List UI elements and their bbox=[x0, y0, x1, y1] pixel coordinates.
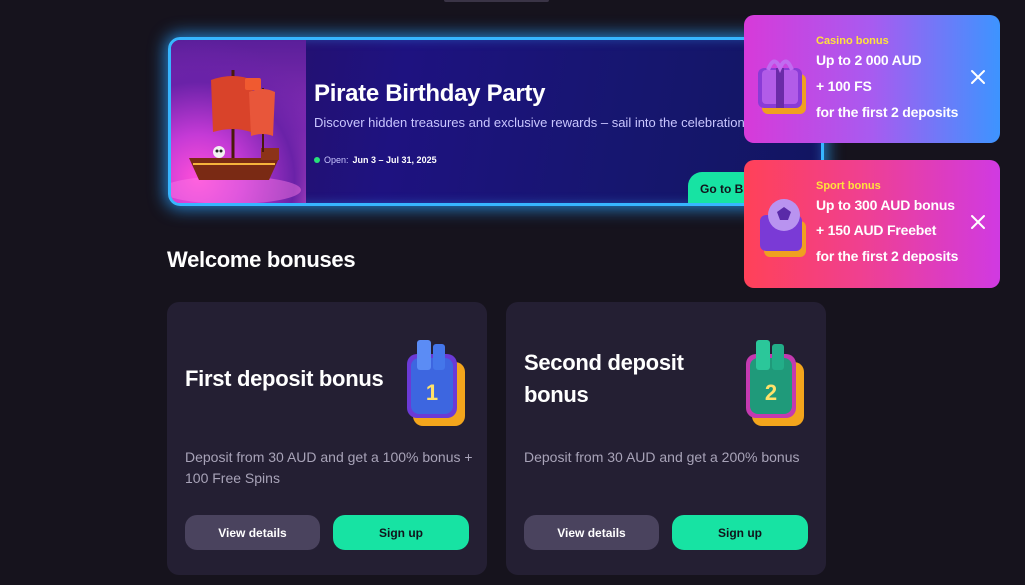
pirate-ship-icon bbox=[171, 40, 306, 203]
promo-title: Pirate Birthday Party bbox=[314, 80, 546, 107]
casino-bonus-toast[interactable]: Casino bonus Up to 2 000 AUD + 100 FS fo… bbox=[744, 15, 1000, 143]
soccer-gift-icon bbox=[760, 199, 806, 257]
card-title: Second deposit bonus bbox=[524, 350, 684, 407]
toast-line-2: + 100 FS bbox=[816, 78, 872, 94]
toast-line-1: Up to 300 AUD bonus bbox=[816, 197, 955, 213]
first-deposit-card: First deposit bonus 1 Deposit from 30 AU… bbox=[167, 302, 487, 575]
card-description: Deposit from 30 AUD and get a 100% bonus… bbox=[185, 449, 473, 486]
close-icon[interactable] bbox=[970, 214, 986, 230]
deposit-badge-2-icon: 2 bbox=[746, 340, 804, 426]
promo-date-range: Jun 3 – Jul 31, 2025 bbox=[352, 155, 437, 165]
promo-open-label: Open: bbox=[324, 155, 349, 165]
gift-box-icon bbox=[758, 59, 806, 114]
welcome-bonuses-heading: Welcome bonuses bbox=[167, 247, 356, 272]
sport-bonus-toast[interactable]: Sport bonus Up to 300 AUD bonus + 150 AU… bbox=[744, 160, 1000, 288]
toast-line-2: + 150 AUD Freebet bbox=[816, 222, 937, 238]
sign-up-button[interactable]: Sign up bbox=[333, 515, 469, 550]
promo-dates: Open: Jun 3 – Jul 31, 2025 bbox=[314, 155, 437, 165]
card-title: First deposit bonus bbox=[185, 366, 384, 391]
second-deposit-card: Second deposit bonus 2 Deposit from 30 A… bbox=[506, 302, 826, 575]
card-description: Deposit from 30 AUD and get a 200% bonus bbox=[524, 449, 800, 465]
promo-description: Discover hidden treasures and exclusive … bbox=[314, 115, 749, 130]
toast-line-3: for the first 2 deposits bbox=[816, 104, 959, 120]
toast-kicker: Casino bonus bbox=[816, 35, 889, 47]
status-dot-icon bbox=[314, 157, 320, 163]
view-details-button[interactable]: View details bbox=[524, 515, 659, 550]
toast-line-1: Up to 2 000 AUD bbox=[816, 52, 922, 68]
top-tab-indicator bbox=[444, 0, 549, 2]
deposit-badge-1-icon: 1 bbox=[407, 340, 465, 426]
toast-line-3: for the first 2 deposits bbox=[816, 248, 959, 264]
sign-up-button[interactable]: Sign up bbox=[672, 515, 808, 550]
toast-kicker: Sport bonus bbox=[816, 180, 881, 192]
badge-number: 2 bbox=[765, 380, 777, 405]
close-icon[interactable] bbox=[970, 69, 986, 85]
view-details-button[interactable]: View details bbox=[185, 515, 320, 550]
badge-number: 1 bbox=[426, 380, 438, 405]
promo-banner[interactable]: Pirate Birthday Party Discover hidden tr… bbox=[168, 37, 824, 206]
